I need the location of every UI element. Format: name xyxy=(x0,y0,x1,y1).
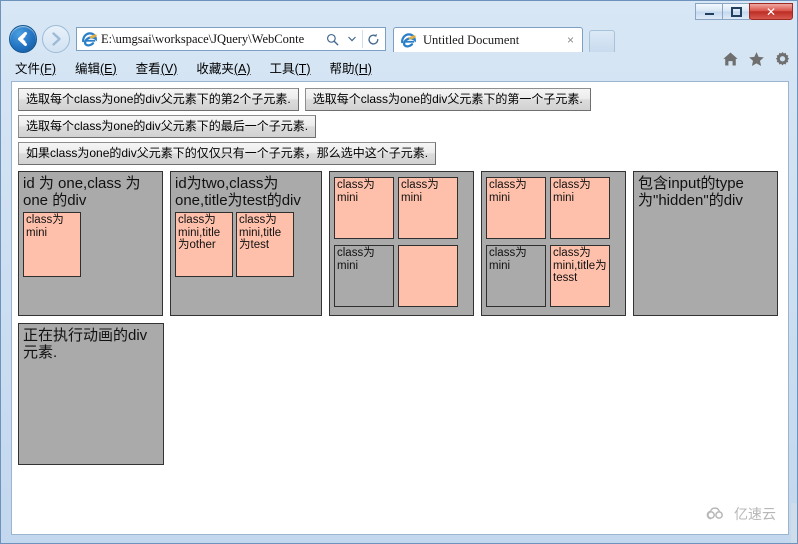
menu-item-favorites[interactable]: 收藏夹(A) xyxy=(196,58,250,77)
tab-untitled-document[interactable]: Untitled Document × xyxy=(393,27,583,52)
menu-item-view-mnemonic: (V) xyxy=(160,61,178,76)
navigation-bar: E:\umgsai\workspace\JQuery\WebConte Unti… xyxy=(1,23,797,66)
forward-button[interactable] xyxy=(42,25,70,53)
div-four: class为mini class为mini class为mini class为m… xyxy=(481,171,626,316)
tab-close-icon[interactable]: × xyxy=(563,33,578,47)
scrollbar-corner xyxy=(791,503,797,543)
menu-item-favorites-label: 收藏夹 xyxy=(196,61,234,76)
menu-item-edit[interactable]: 编辑(E) xyxy=(75,58,117,77)
menu-item-tools[interactable]: 工具(T) xyxy=(270,58,311,77)
address-bar[interactable]: E:\umgsai\workspace\JQuery\WebConte xyxy=(76,27,386,51)
mini-box: class为mini xyxy=(23,212,81,277)
url-text: E:\umgsai\workspace\JQuery\WebConte xyxy=(101,32,305,46)
mini-box: class为mini xyxy=(398,177,458,239)
menu-item-file-mnemonic: (F) xyxy=(40,61,56,76)
div-animated-label: 正在执行动画的div元素. xyxy=(23,327,148,361)
menu-item-view[interactable]: 查看(V) xyxy=(136,58,178,77)
mini-box: class为mini xyxy=(550,177,610,239)
menu-item-help[interactable]: 帮助(H) xyxy=(330,58,372,77)
div-two-label: id为two,class为one,title为test的div xyxy=(175,175,301,209)
arrow-right-icon xyxy=(52,32,61,46)
tab-title: Untitled Document xyxy=(423,32,520,47)
menu-item-tools-mnemonic: (T) xyxy=(294,61,311,76)
arrow-left-icon xyxy=(18,32,27,46)
mini-box: class为mini xyxy=(334,245,394,307)
button-row-3: 如果class为one的div父元素下的仅仅只有一个子元素，那么选中这个子元素. xyxy=(18,142,784,165)
demo-row-bottom: 正在执行动画的div元素. xyxy=(18,316,784,465)
internet-explorer-icon xyxy=(82,31,97,47)
browser-window: ✕ E:\umgsai\workspace\JQuery\WebConte Un… xyxy=(0,0,798,544)
div-one: id 为 one,class 为 one 的div class为mini xyxy=(18,171,163,316)
caret-down-icon xyxy=(348,36,356,42)
tab-strip: Untitled Document × xyxy=(393,27,717,55)
close-button[interactable]: ✕ xyxy=(749,3,793,20)
window-controls: ✕ xyxy=(695,3,793,20)
mini-box: class为mini,title为test xyxy=(236,212,294,277)
mini-box: class为mini xyxy=(486,177,546,239)
mini-box: class为mini xyxy=(334,177,394,239)
div-two: id为two,class为one,title为test的div class为mi… xyxy=(170,171,322,316)
mini-box: class为mini,title为other xyxy=(175,212,233,277)
div-hidden-input: 包含input的type为"hidden"的div xyxy=(633,171,778,316)
select-only-child-button[interactable]: 如果class为one的div父元素下的仅仅只有一个子元素，那么选中这个子元素. xyxy=(18,142,437,165)
div-one-label: id 为 one,class 为 one 的div xyxy=(23,175,141,209)
minimize-icon xyxy=(704,13,714,15)
title-bar: ✕ xyxy=(1,1,797,23)
select-nth-child-button[interactable]: 选取每个class为one的div父元素下的第2个子元素. xyxy=(18,88,299,111)
menu-item-edit-mnemonic: (E) xyxy=(100,61,117,76)
close-icon: ✕ xyxy=(765,4,777,19)
refresh-icon xyxy=(367,33,378,45)
maximize-icon xyxy=(730,6,742,17)
div-hidden-input-label: 包含input的type为"hidden"的div xyxy=(638,175,744,209)
div-animated: 正在执行动画的div元素. xyxy=(18,323,164,465)
menu-item-file[interactable]: 文件(F) xyxy=(15,58,56,77)
watermark-text: 亿速云 xyxy=(734,506,776,522)
menu-item-help-mnemonic: (H) xyxy=(354,61,372,76)
minimize-button[interactable] xyxy=(695,3,723,20)
menu-item-file-label: 文件 xyxy=(15,61,41,76)
menu-item-help-label: 帮助 xyxy=(329,61,355,76)
refresh-button[interactable] xyxy=(363,28,383,50)
demo-row-top: id 为 one,class 为 one 的div class为mini id为… xyxy=(18,171,784,316)
select-last-child-button[interactable]: 选取每个class为one的div父元素下的最后一个子元素. xyxy=(18,115,317,138)
new-tab-button[interactable] xyxy=(589,30,615,52)
mini-box: class为mini,title为tesst xyxy=(550,245,610,307)
cloud-icon xyxy=(706,507,723,520)
chevron-down-icon[interactable] xyxy=(342,28,362,50)
magnifier-icon xyxy=(326,33,338,45)
page-viewport: 选取每个class为one的div父元素下的第2个子元素. 选取每个class为… xyxy=(11,81,789,535)
maximize-button[interactable] xyxy=(722,3,750,20)
button-row-2: 选取每个class为one的div父元素下的最后一个子元素. xyxy=(18,115,784,138)
back-button[interactable] xyxy=(9,25,37,53)
menu-item-edit-label: 编辑 xyxy=(74,61,100,76)
select-first-child-button[interactable]: 选取每个class为one的div父元素下的第一个子元素. xyxy=(304,88,591,111)
menu-item-favorites-mnemonic: (A) xyxy=(233,61,251,76)
mini-box: class为mini xyxy=(486,245,546,307)
internet-explorer-icon xyxy=(401,32,416,48)
search-icon[interactable] xyxy=(322,28,342,50)
page-content: 选取每个class为one的div父元素下的第2个子元素. 选取每个class为… xyxy=(12,82,788,465)
demo-area: id 为 one,class 为 one 的div class为mini id为… xyxy=(18,171,784,465)
mini-box xyxy=(398,245,458,307)
div-three: class为mini class为mini class为mini xyxy=(329,171,474,316)
menu-item-tools-label: 工具 xyxy=(269,61,295,76)
watermark: 亿速云 xyxy=(704,504,776,524)
button-row-1: 选取每个class为one的div父元素下的第2个子元素. 选取每个class为… xyxy=(18,88,784,111)
menu-item-view-label: 查看 xyxy=(135,61,161,76)
menu-bar: 文件(F) 编辑(E) 查看(V) 收藏夹(A) 工具(T) 帮助(H) xyxy=(1,56,797,78)
